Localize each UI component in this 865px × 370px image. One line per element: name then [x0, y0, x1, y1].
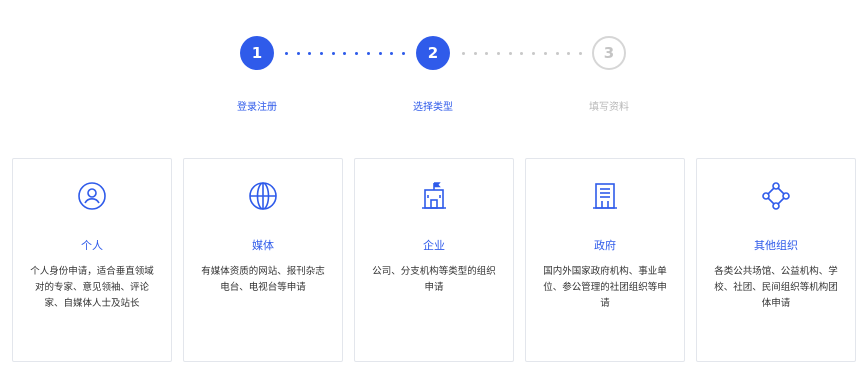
step-1-circle: 1: [240, 36, 274, 70]
card-other-org-desc: 各类公共场馆、公益机构、学校、社团、民间组织等机构团体申请: [714, 266, 838, 309]
card-personal[interactable]: 个人 个人身份申请，适合垂直领域对的专家、意见领袖、评论家、自媒体人士及站长: [12, 158, 172, 362]
step-3-circle: 3: [592, 36, 626, 70]
government-building-icon: [590, 181, 620, 211]
step-2-number: 2: [427, 44, 439, 62]
step-1-number: 1: [251, 44, 263, 62]
network-nodes-icon: [761, 181, 791, 211]
account-type-cards: 个人 个人身份申请，适合垂直领域对的专家、意见领袖、评论家、自媒体人士及站长 媒…: [12, 158, 857, 362]
card-enterprise-desc: 公司、分支机构等类型的组织申请: [372, 266, 496, 293]
step-connector-2: [462, 51, 582, 55]
user-circle-icon: [77, 181, 107, 211]
card-personal-desc: 个人身份申请，适合垂直领域对的专家、意见领袖、评论家、自媒体人士及站长: [30, 266, 154, 309]
card-media-title: 媒体: [252, 239, 274, 252]
card-media[interactable]: 媒体 有媒体资质的网站、报刊杂志电台、电视台等申请: [183, 158, 343, 362]
card-enterprise-title: 企业: [423, 239, 445, 252]
card-government[interactable]: 政府 国内外国家政府机构、事业单位、参公管理的社团组织等申请: [525, 158, 685, 362]
globe-icon: [248, 181, 278, 211]
building-flag-icon: [419, 181, 449, 211]
step-2-circle: 2: [416, 36, 450, 70]
card-other-org-title: 其他组织: [754, 239, 798, 252]
card-government-desc: 国内外国家政府机构、事业单位、参公管理的社团组织等申请: [543, 266, 667, 309]
card-personal-title: 个人: [81, 239, 103, 252]
step-connector-1: [285, 51, 405, 55]
step-1-label: 登录注册: [237, 102, 277, 113]
card-media-desc: 有媒体资质的网站、报刊杂志电台、电视台等申请: [201, 266, 325, 293]
step-3-label: 填写资料: [589, 102, 629, 113]
step-2-label: 选择类型: [413, 102, 453, 113]
card-government-title: 政府: [594, 239, 616, 252]
card-other-org[interactable]: 其他组织 各类公共场馆、公益机构、学校、社团、民间组织等机构团体申请: [696, 158, 856, 362]
card-enterprise[interactable]: 企业 公司、分支机构等类型的组织申请: [354, 158, 514, 362]
progress-stepper: 1 2 3 登录注册 选择类型 填写资料: [0, 0, 865, 130]
step-3-number: 3: [603, 44, 615, 62]
